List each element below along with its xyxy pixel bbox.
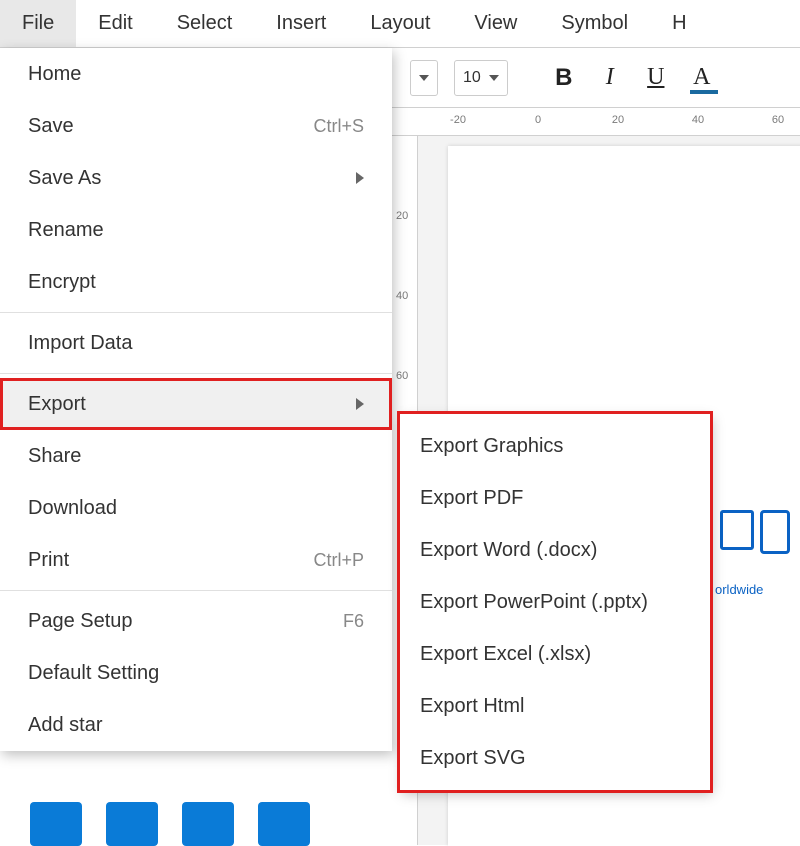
menu-item-label: Add star [28, 714, 102, 737]
menu-item-label: Rename [28, 219, 104, 242]
menu-layout[interactable]: Layout [348, 0, 452, 47]
menu-divider [0, 373, 392, 374]
horizontal-ruler: -20 0 20 40 60 [390, 108, 800, 136]
device-icons [720, 510, 790, 554]
menu-item-shortcut: Ctrl+S [313, 116, 364, 137]
submenu-export-powerpoint[interactable]: Export PowerPoint (.pptx) [400, 576, 710, 628]
menu-edit[interactable]: Edit [76, 0, 154, 47]
submenu-export-excel[interactable]: Export Excel (.xlsx) [400, 628, 710, 680]
menu-item-label: Share [28, 445, 81, 468]
ruler-tick: 0 [535, 114, 541, 126]
menu-item-add-star[interactable]: Add star [0, 699, 392, 751]
menu-divider [0, 590, 392, 591]
menu-item-save[interactable]: Save Ctrl+S [0, 100, 392, 152]
laptop-icon [720, 510, 754, 550]
submenu-export-graphics[interactable]: Export Graphics [400, 420, 710, 472]
menu-item-label: Home [28, 63, 81, 86]
menu-item-label: Download [28, 497, 117, 520]
ruler-tick: -20 [450, 114, 466, 126]
shape-library-icons [30, 802, 310, 846]
menu-item-label: Import Data [28, 332, 132, 355]
menu-item-rename[interactable]: Rename [0, 204, 392, 256]
menu-item-shortcut: F6 [343, 611, 364, 632]
menu-item-encrypt[interactable]: Encrypt [0, 256, 392, 308]
menu-item-import-data[interactable]: Import Data [0, 317, 392, 369]
ruler-tick: 20 [396, 210, 408, 222]
submenu-arrow-icon [356, 398, 364, 410]
italic-button[interactable]: I [598, 64, 622, 92]
submenu-export-word[interactable]: Export Word (.docx) [400, 524, 710, 576]
ruler-tick: 60 [396, 370, 408, 382]
menu-item-label: Export [28, 393, 86, 416]
menu-item-label: Save [28, 115, 74, 138]
menu-file[interactable]: File [0, 0, 76, 47]
menu-view[interactable]: View [452, 0, 539, 47]
font-size-dropdown[interactable]: 10 [454, 60, 508, 96]
submenu-export-svg[interactable]: Export SVG [400, 732, 710, 784]
font-color-button[interactable]: A [690, 64, 714, 92]
menu-item-default-setting[interactable]: Default Setting [0, 647, 392, 699]
menu-item-page-setup[interactable]: Page Setup F6 [0, 595, 392, 647]
shape-icon[interactable] [106, 802, 158, 846]
font-family-dropdown[interactable] [410, 60, 438, 96]
menu-item-label: Save As [28, 167, 101, 190]
export-submenu: Export Graphics Export PDF Export Word (… [400, 414, 710, 790]
ruler-tick: 40 [692, 114, 704, 126]
menu-item-label: Page Setup [28, 610, 133, 633]
ruler-tick: 20 [612, 114, 624, 126]
menu-symbol[interactable]: Symbol [539, 0, 650, 47]
menu-item-home[interactable]: Home [0, 48, 392, 100]
shape-icon[interactable] [258, 802, 310, 846]
submenu-arrow-icon [356, 172, 364, 184]
chevron-down-icon [419, 75, 429, 81]
underline-button[interactable]: U [644, 64, 668, 92]
menu-item-export[interactable]: Export [0, 378, 392, 430]
menu-item-label: Print [28, 549, 69, 572]
menu-select[interactable]: Select [155, 0, 255, 47]
menu-item-download[interactable]: Download [0, 482, 392, 534]
submenu-export-html[interactable]: Export Html [400, 680, 710, 732]
tablet-icon [760, 510, 790, 554]
menu-item-label: Encrypt [28, 271, 96, 294]
submenu-export-pdf[interactable]: Export PDF [400, 472, 710, 524]
menubar: File Edit Select Insert Layout View Symb… [0, 0, 800, 48]
shape-icon[interactable] [30, 802, 82, 846]
ruler-tick: 60 [772, 114, 784, 126]
menu-help[interactable]: H [650, 0, 708, 47]
canvas-caption: orldwide [715, 582, 763, 597]
chevron-down-icon [489, 75, 499, 81]
menu-item-label: Default Setting [28, 662, 159, 685]
menu-item-save-as[interactable]: Save As [0, 152, 392, 204]
shape-icon[interactable] [182, 802, 234, 846]
menu-divider [0, 312, 392, 313]
menu-item-shortcut: Ctrl+P [313, 550, 364, 571]
font-size-value: 10 [463, 69, 481, 87]
file-menu-dropdown: Home Save Ctrl+S Save As Rename Encrypt … [0, 48, 392, 751]
ruler-tick: 40 [396, 290, 408, 302]
menu-item-print[interactable]: Print Ctrl+P [0, 534, 392, 586]
bold-button[interactable]: B [552, 64, 576, 92]
menu-item-share[interactable]: Share [0, 430, 392, 482]
format-buttons: B I U A [552, 64, 714, 92]
menu-insert[interactable]: Insert [254, 0, 348, 47]
